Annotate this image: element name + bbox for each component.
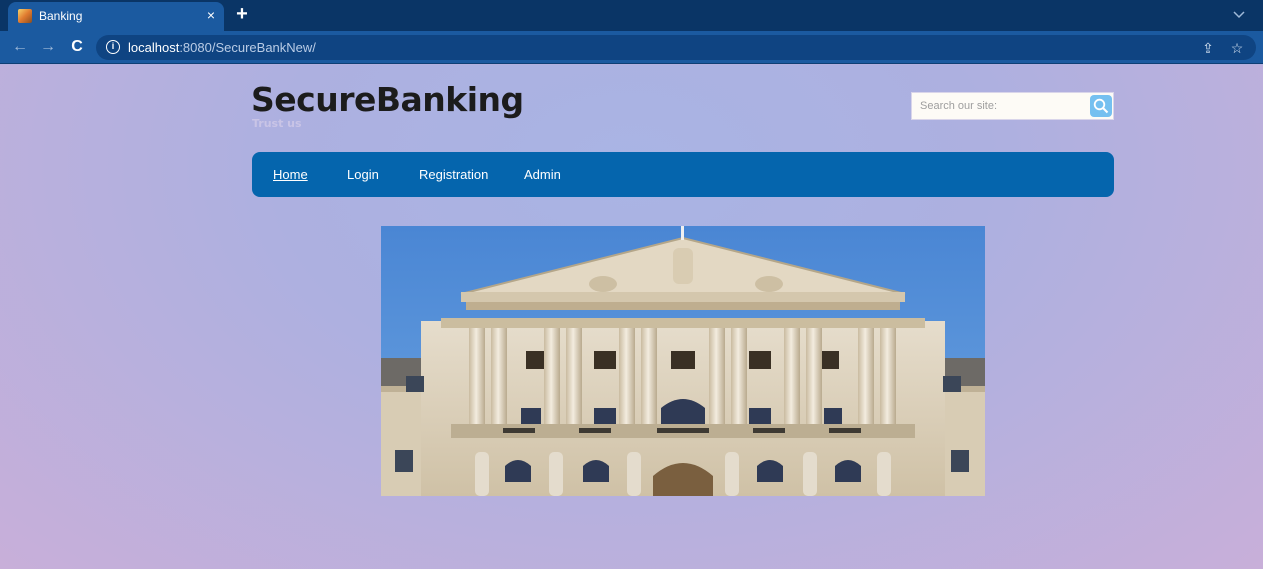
search-button[interactable] — [1090, 95, 1112, 117]
share-icon[interactable]: ⇪ — [1199, 39, 1217, 57]
bank-building-image — [381, 226, 985, 496]
browser-toolbar: ← → C i localhost:8080/SecureBankNew/ ⇪ … — [0, 31, 1263, 64]
search-box — [911, 92, 1114, 120]
address-bar[interactable]: i localhost:8080/SecureBankNew/ ⇪ ☆ — [96, 35, 1256, 60]
new-tab-button[interactable]: + — [231, 3, 253, 25]
reload-button[interactable]: C — [67, 37, 87, 57]
nav-home[interactable]: Home — [273, 167, 308, 182]
page-content: SecureBanking Trust us Home Login Regist… — [0, 65, 1263, 569]
site-tagline: Trust us — [252, 117, 302, 130]
site-logo-title: SecureBanking — [251, 80, 524, 119]
favicon-icon — [18, 9, 32, 23]
search-input[interactable] — [912, 93, 1088, 119]
url-host: localhost — [128, 40, 180, 55]
url-path: :8080/SecureBankNew/ — [179, 40, 316, 55]
nav-registration[interactable]: Registration — [419, 167, 488, 182]
back-button[interactable]: ← — [10, 37, 30, 57]
browser-tab-bar: Banking × + — [0, 0, 1263, 31]
main-nav: Home Login Registration Admin — [252, 152, 1114, 197]
nav-login[interactable]: Login — [347, 167, 379, 182]
url-text: localhost:8080/SecureBankNew/ — [128, 40, 316, 55]
site-info-icon[interactable]: i — [106, 40, 120, 54]
tab-close-icon[interactable]: × — [201, 5, 221, 25]
chevron-down-icon[interactable] — [1231, 6, 1247, 22]
search-icon — [1093, 98, 1109, 114]
tab-title: Banking — [39, 9, 83, 23]
nav-admin[interactable]: Admin — [524, 167, 561, 182]
forward-button[interactable]: → — [38, 37, 58, 57]
browser-tab[interactable]: Banking × — [8, 2, 224, 31]
bookmark-star-icon[interactable]: ☆ — [1228, 39, 1246, 57]
